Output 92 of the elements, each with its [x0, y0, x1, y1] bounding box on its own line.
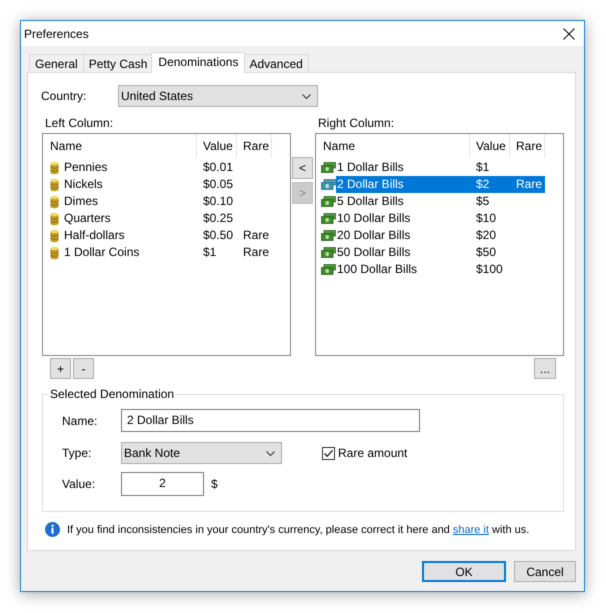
- list-row[interactable]: 1 Dollar Bills $1: [336, 159, 510, 176]
- chevron-down-icon: [266, 450, 275, 456]
- table-cell-text: Nickels: [63, 176, 104, 193]
- list-row[interactable]: Nickels $0.05: [63, 176, 237, 193]
- coin-stack-icon: [50, 246, 59, 260]
- column-header[interactable]: Name: [43, 134, 197, 158]
- table-cell-text: $0.10: [202, 193, 234, 210]
- banknote-stack-icon: [321, 264, 336, 275]
- column-header[interactable]: Value: [470, 134, 510, 158]
- list-row[interactable]: 5 Dollar Bills $5: [336, 193, 510, 210]
- value-field[interactable]: 2: [121, 472, 204, 496]
- close-icon[interactable]: [563, 28, 575, 40]
- coin-stack-icon: [50, 212, 59, 226]
- table-cell-text: $5: [475, 193, 490, 210]
- country-label: Country:: [41, 89, 88, 103]
- banknote-stack-icon: [321, 213, 336, 224]
- column-header[interactable]: Rare: [510, 134, 545, 158]
- table-cell-text: 50 Dollar Bills: [336, 244, 412, 261]
- table-cell-text: 5 Dollar Bills: [336, 193, 405, 210]
- info-text: If you find inconsistencies in your country's currency, please correct it here and share it with us.: [67, 524, 530, 536]
- table-cell-text: Half-dollars: [63, 227, 126, 244]
- list-row[interactable]: 100 Dollar Bills $100: [336, 261, 510, 278]
- table-cell-text: $0.05: [202, 176, 234, 193]
- info-icon: [45, 522, 60, 537]
- add-button[interactable]: +: [50, 358, 71, 379]
- cancel-button[interactable]: Cancel: [514, 561, 576, 582]
- table-cell-text: $1: [202, 244, 218, 261]
- tab[interactable]: Advanced: [243, 54, 309, 72]
- table-cell-text: $50: [475, 244, 498, 261]
- banknote-stack-icon: [321, 179, 336, 190]
- table-cell-text: $0.01: [202, 159, 234, 176]
- chevron-down-icon: [302, 94, 311, 98]
- list-row[interactable]: Dimes $0.10: [63, 193, 237, 210]
- checkbox[interactable]: [322, 446, 335, 460]
- table-cell-text: $2: [475, 176, 490, 193]
- field-label: Type:: [62, 446, 92, 460]
- list-row[interactable]: 10 Dollar Bills $10: [336, 210, 510, 227]
- table-cell-text: $0.25: [202, 210, 234, 227]
- currency-unit: $: [211, 477, 218, 491]
- list-row[interactable]: 1 Dollar Coins $1 Rare: [63, 244, 272, 261]
- banknote-stack-icon: [321, 247, 336, 258]
- field-label: Value:: [62, 477, 96, 491]
- table-cell-text: Quarters: [63, 210, 112, 227]
- field-label: Name:: [62, 414, 98, 428]
- column-label: Left Column:: [44, 116, 114, 132]
- coin-stack-icon: [50, 228, 59, 242]
- list-row[interactable]: 20 Dollar Bills $20: [336, 227, 510, 244]
- window-title: Preferences: [24, 26, 89, 42]
- table-cell-text: 2 Dollar Bills: [336, 176, 405, 193]
- tab[interactable]: Denominations: [151, 52, 246, 73]
- remove-button[interactable]: -: [73, 358, 94, 379]
- table-cell-text: Rare: [242, 227, 270, 244]
- banknote-stack-icon: [321, 196, 336, 207]
- column-header[interactable]: Name: [316, 134, 470, 158]
- table-cell-text: Dimes: [63, 193, 100, 210]
- table-cell-text: Rare: [242, 244, 270, 261]
- group-title: Selected Denomination: [49, 386, 176, 402]
- list-row[interactable]: Half-dollars $0.50 Rare: [63, 227, 272, 244]
- table-cell-text: 1 Dollar Bills: [336, 159, 405, 176]
- column-header[interactable]: Rare: [237, 134, 272, 158]
- column-label: Right Column:: [317, 116, 396, 132]
- list-row[interactable]: 50 Dollar Bills $50: [336, 244, 510, 261]
- table-cell-text: $0.50: [202, 227, 234, 244]
- tab[interactable]: Petty Cash: [82, 54, 154, 72]
- table-cell-text: Rare: [515, 176, 544, 193]
- type-dropdown[interactable]: Bank Note: [121, 442, 282, 464]
- table-cell-text: Pennies: [63, 159, 108, 176]
- name-field[interactable]: 2 Dollar Bills: [121, 409, 420, 432]
- table-cell-text: 20 Dollar Bills: [336, 227, 412, 244]
- move-left-button[interactable]: <: [292, 157, 313, 179]
- table-cell-text: $10: [475, 210, 498, 227]
- country-dropdown[interactable]: United States: [118, 85, 318, 107]
- table-cell-text: 1 Dollar Coins: [63, 244, 140, 261]
- table-cell-text: $1: [475, 159, 490, 176]
- table-cell-text: 100 Dollar Bills: [336, 261, 418, 278]
- coin-stack-icon: [50, 194, 59, 208]
- list-row[interactable]: Pennies $0.01: [63, 159, 237, 176]
- coin-stack-icon: [50, 178, 59, 192]
- tab[interactable]: General: [29, 54, 84, 72]
- coin-stack-icon: [50, 160, 59, 174]
- list-row[interactable]: Quarters $0.25: [63, 210, 237, 227]
- banknote-stack-icon: [321, 230, 336, 241]
- checkbox-label[interactable]: Rare amount: [338, 446, 408, 460]
- more-button[interactable]: ...: [534, 358, 556, 379]
- table-cell-text: $100: [475, 261, 504, 278]
- share-link[interactable]: share it: [452, 524, 489, 536]
- column-header[interactable]: Value: [197, 134, 237, 158]
- table-cell-text: $20: [475, 227, 498, 244]
- banknote-stack-icon: [321, 162, 336, 173]
- list-row[interactable]: 2 Dollar Bills $2 Rare: [336, 176, 545, 193]
- table-cell-text: 10 Dollar Bills: [336, 210, 412, 227]
- ok-button[interactable]: OK: [422, 561, 506, 582]
